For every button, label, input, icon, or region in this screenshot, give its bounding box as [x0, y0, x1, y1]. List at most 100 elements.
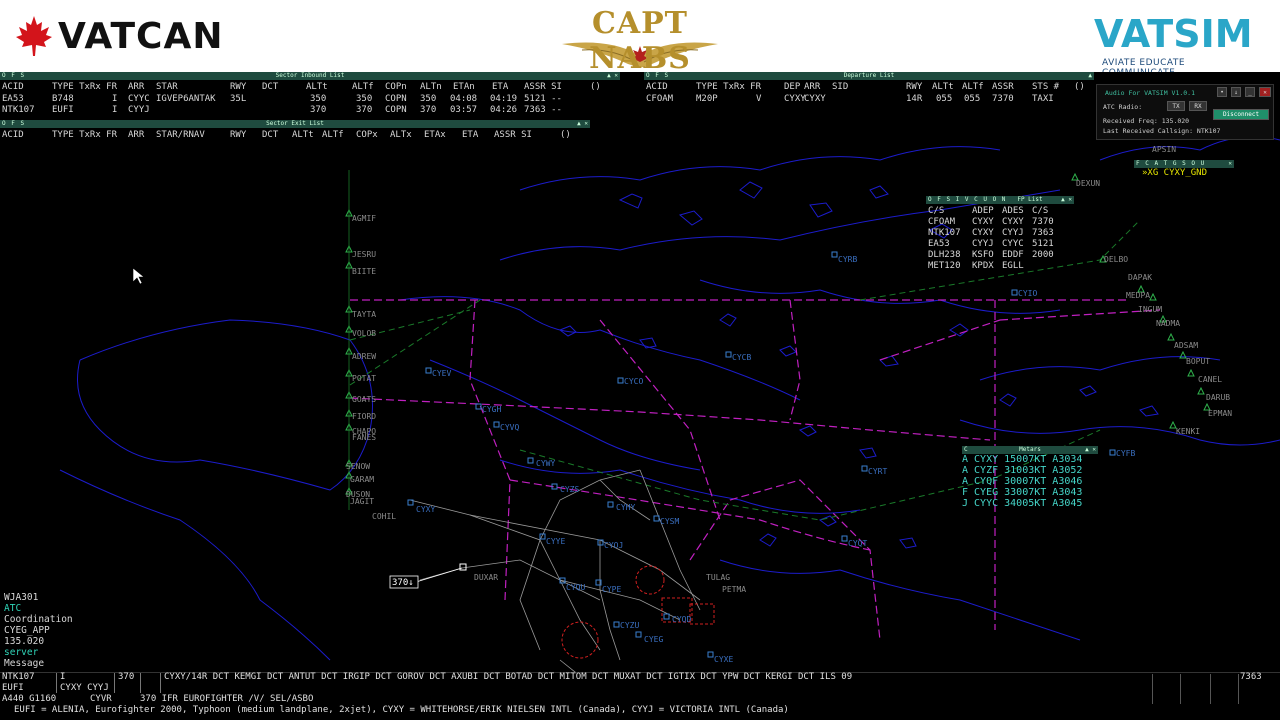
exit-header-cell[interactable]: ACID — [2, 130, 24, 141]
departure-header-cell[interactable]: TYPE TxRx FR — [696, 82, 761, 93]
audio-for-vatsim-window[interactable]: Audio For VATSIM V1.0.1 • ↓ _ ✕ ATC Radi… — [1096, 84, 1274, 140]
strip-callsign[interactable]: NTK107 — [2, 672, 35, 683]
inbound-row-cell[interactable]: CYYJ — [128, 105, 150, 116]
departure-row-cell[interactable]: 055 — [936, 94, 952, 105]
fplist-row-cell[interactable]: EDDF — [1002, 250, 1024, 261]
fplist-row-cell[interactable]: MET120 — [928, 261, 961, 272]
fplist-header-cell[interactable]: C/S — [1032, 206, 1048, 217]
strip-remarks[interactable]: 370 IFR EUROFIGHTER /V/ SEL/ASBO — [140, 694, 313, 705]
strip-alternate[interactable]: CYVR — [90, 694, 112, 705]
departure-header-cell[interactable]: DEP — [784, 82, 800, 93]
inbound-row-cell[interactable]: 370 — [310, 105, 326, 116]
metars-list[interactable]: C Metars ▲ ✕ A CYXY 15007KT A3034 A CYZF … — [962, 446, 1098, 509]
metar-row[interactable]: J CYYC 34005KT A3045 — [962, 498, 1098, 509]
metar-row[interactable]: A CYQF 30007KT A3046 — [962, 476, 1098, 487]
inbound-header-cell[interactable]: TYPE TxRx FR — [52, 82, 117, 93]
inbound-row-cell[interactable]: EUFI — [52, 105, 74, 116]
radar-map[interactable]: AGMIF JESRU BIITE TAYTA VOLOB ADREW POTAT GOATS… — [0, 72, 1280, 672]
inbound-header-cell[interactable]: DCT — [262, 82, 278, 93]
departure-titlebar[interactable]: O F S Departure List ▲ — [644, 72, 1094, 80]
strip-squawk[interactable]: 7363 — [1240, 672, 1262, 683]
exit-header-cell[interactable]: ALTf — [322, 130, 344, 141]
strip-flight-rules[interactable]: I — [60, 672, 65, 683]
inbound-header-cell[interactable]: ALTn — [420, 82, 442, 93]
fplist-row-cell[interactable]: 7363 — [1032, 228, 1054, 239]
audio-close-button[interactable]: ✕ — [1259, 87, 1271, 97]
fplist-row-cell[interactable]: EGLL — [1002, 261, 1024, 272]
fp-list[interactable]: O F S I V C U O N FP List ▲ ✕ C/S ADEP ADE… — [926, 196, 1074, 272]
fplist-row-cell[interactable]: 7370 — [1032, 217, 1054, 228]
fplist-row-cell[interactable]: KPDX — [972, 261, 994, 272]
info-atc[interactable]: ATC — [4, 603, 114, 614]
fplist-row-cell[interactable]: CYXY — [972, 228, 994, 239]
fplist-header-cell[interactable]: ADEP — [972, 206, 994, 217]
inbound-close-icon[interactable]: ▲ ✕ — [607, 72, 618, 80]
audio-down-button[interactable]: ↓ — [1231, 87, 1241, 97]
fplist-header-cell[interactable]: C/S — [928, 206, 944, 217]
controller-entry[interactable]: »XG CYXY_GND — [1134, 168, 1234, 179]
fplist-row-cell[interactable]: CYYJ — [1002, 228, 1024, 239]
exit-header-cell[interactable]: ETA — [462, 130, 478, 141]
departure-row-cell[interactable]: CYXY — [804, 94, 826, 105]
strip-aircraft-type[interactable]: EUFI — [2, 683, 24, 694]
controller-ofs[interactable]: F C A T G S O U — [1136, 160, 1205, 168]
departure-header-cell[interactable]: STS # — [1032, 82, 1059, 93]
fplist-row-cell[interactable]: CYYJ — [972, 239, 994, 250]
exit-titlebar[interactable]: O F S Sector Exit List ▲ ✕ — [0, 120, 590, 128]
inbound-row-cell[interactable]: COPN — [385, 94, 407, 105]
inbound-header-cell[interactable]: ETAn — [453, 82, 475, 93]
departure-header-cell[interactable]: SID — [832, 82, 848, 93]
departure-header-cell[interactable]: () — [1074, 82, 1085, 93]
inbound-header-cell[interactable]: ETA — [492, 82, 508, 93]
strip-route[interactable]: CYXY/14R DCT KEMGI DCT ANTUT DCT IRGIP D… — [164, 672, 852, 683]
departure-row-cell[interactable]: CYXY — [784, 94, 806, 105]
inbound-titlebar[interactable]: O F S Sector Inbound List ▲ ✕ — [0, 72, 620, 80]
metars-titlebar[interactable]: C Metars ▲ ✕ — [962, 446, 1098, 454]
strip-altitude[interactable]: 370 — [118, 672, 134, 683]
track-datablock[interactable]: 370↓ — [392, 578, 414, 588]
exit-header-cell[interactable]: COPx — [356, 130, 378, 141]
audio-pin-button[interactable]: • — [1217, 87, 1227, 97]
exit-header-cell[interactable]: ALTx — [390, 130, 412, 141]
inbound-row-cell[interactable]: 370 — [420, 105, 436, 116]
exit-header-cell[interactable]: DCT — [262, 130, 278, 141]
flight-plan-strip[interactable]: NTK107 I 370 CYXY/14R DCT KEMGI DCT ANTU… — [0, 672, 1280, 720]
inbound-header-cell[interactable]: () — [590, 82, 601, 93]
fplist-row-cell[interactable]: CFOAM — [928, 217, 955, 228]
controller-list[interactable]: F C A T G S O U ✕ »XG CYXY_GND — [1134, 160, 1234, 179]
inbound-header-cell[interactable]: STAR — [156, 82, 178, 93]
fplist-row-cell[interactable]: CYXY — [972, 217, 994, 228]
metars-close-icon[interactable]: ▲ ✕ — [1085, 446, 1096, 454]
exit-header-cell[interactable]: () — [560, 130, 571, 141]
metar-row[interactable]: A CYXY 15007KT A3034 — [962, 454, 1098, 465]
inbound-row-cell[interactable]: 370 — [356, 105, 372, 116]
info-coordination[interactable]: Coordination — [4, 614, 114, 625]
inbound-row-cell[interactable]: 35L — [230, 94, 246, 105]
departure-row-cell[interactable]: 055 — [964, 94, 980, 105]
departure-row-cell[interactable]: CFOAM — [646, 94, 673, 105]
departure-close-icon[interactable]: ▲ — [1088, 72, 1092, 80]
strip-equipment[interactable]: A440 G1160 — [2, 694, 56, 705]
fplist-row-cell[interactable]: KSFO — [972, 250, 994, 261]
inbound-row-cell[interactable]: 350 — [420, 94, 436, 105]
exit-header-cell[interactable]: STAR/RNAV — [156, 130, 205, 141]
info-message[interactable]: Message — [4, 658, 114, 669]
exit-header-cell[interactable]: TYPE TxRx FR — [52, 130, 117, 141]
departure-row-cell[interactable]: V — [756, 94, 761, 105]
inbound-header-cell[interactable]: RWY — [230, 82, 246, 93]
inbound-header-cell[interactable]: COPn — [385, 82, 407, 93]
fplist-close-icon[interactable]: ▲ ✕ — [1061, 196, 1072, 204]
inbound-row-cell[interactable]: 350 — [310, 94, 326, 105]
strip-city-pair[interactable]: CYXY CYYJ — [60, 683, 109, 694]
inbound-row-cell[interactable]: COPN — [385, 105, 407, 116]
inbound-row-cell[interactable]: CYYC — [128, 94, 150, 105]
departure-row-cell[interactable]: M20P — [696, 94, 718, 105]
exit-header-cell[interactable]: ALTt — [292, 130, 314, 141]
departure-header-cell[interactable]: ACID — [646, 82, 668, 93]
controller-titlebar[interactable]: F C A T G S O U ✕ — [1134, 160, 1234, 168]
departure-list[interactable]: O F S Departure List ▲ ACID TYPE TxRx FR D… — [644, 72, 1094, 106]
fplist-header-cell[interactable]: ADES — [1002, 206, 1024, 217]
departure-header-cell[interactable]: ASSR — [992, 82, 1014, 93]
fplist-row-cell[interactable]: 2000 — [1032, 250, 1054, 261]
inbound-header-cell[interactable]: ACID — [2, 82, 24, 93]
